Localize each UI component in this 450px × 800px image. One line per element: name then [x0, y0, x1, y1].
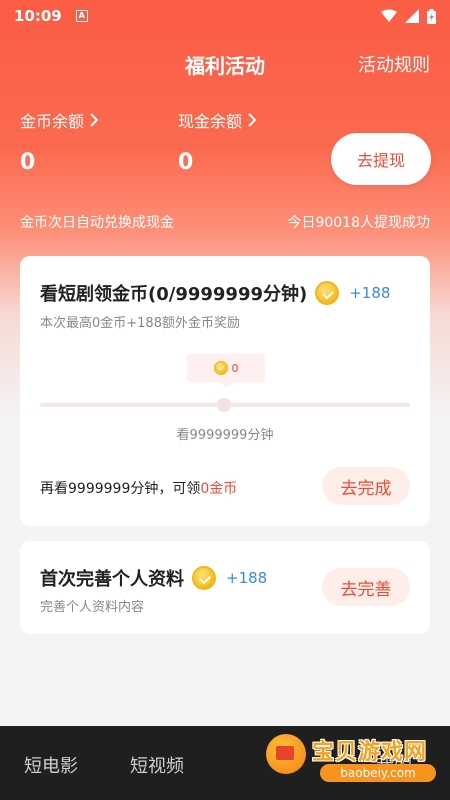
progress-tooltip: 0 — [187, 354, 265, 388]
watermark-logo-icon — [266, 734, 306, 774]
coin-icon — [315, 281, 340, 305]
progress-knob — [217, 398, 231, 412]
cash-balance-label: 现金余额 — [178, 112, 243, 131]
improve-profile-button[interactable]: 去完善 — [322, 568, 410, 606]
title-bar: 福利活动 活动规则 — [0, 46, 450, 82]
progress-label: 看9999999分钟 — [176, 428, 274, 443]
watch-task-card: 看短剧领金币(0/9999999分钟) +188 本次最高0金币+188额外金币… — [20, 256, 430, 526]
watch-task-title-row: 看短剧领金币(0/9999999分钟) +188 — [40, 280, 390, 306]
watermark-text: 宝贝游戏网 — [312, 740, 428, 765]
battery-icon — [427, 8, 436, 24]
cash-balance[interactable]: 现金余额 0 — [178, 108, 257, 175]
status-time: 10:09 — [14, 7, 62, 25]
profile-task-title: 首次完善个人资料 — [40, 569, 184, 590]
watch-task-reward: +188 — [349, 284, 391, 302]
cash-balance-label-row[interactable]: 现金余额 — [178, 108, 257, 132]
auto-exchange-note: 金币次日自动兑换成现金 — [20, 215, 174, 231]
profile-task-reward: +188 — [226, 569, 268, 587]
watch-task-subtitle: 本次最高0金币+188额外金币奖励 — [40, 316, 240, 331]
profile-task-subtitle: 完善个人资料内容 — [40, 600, 145, 615]
profile-task-title-row: 首次完善个人资料 +188 — [40, 565, 267, 591]
watch-task-title: 看短剧领金币(0/9999999分钟) — [40, 284, 308, 305]
cash-balance-value: 0 — [178, 150, 194, 175]
balance-info-row: 金币次日自动兑换成现金 今日90018人提现成功 — [20, 212, 430, 232]
withdraw-button[interactable]: 去提现 — [331, 133, 431, 185]
today-withdraw-note: 今日90018人提现成功 — [287, 215, 430, 231]
watermark-url: baobeiy.com — [320, 764, 436, 782]
activity-rules-link[interactable]: 活动规则 — [358, 51, 430, 77]
nav-item-short-video[interactable]: 短视频 — [130, 752, 184, 778]
status-bar: 10:09 A — [0, 0, 450, 32]
wifi-icon — [381, 9, 397, 22]
status-icons — [381, 8, 436, 24]
chevron-right-icon — [90, 113, 99, 127]
coin-balance-label-row[interactable]: 金币余额 — [20, 108, 99, 132]
signal-icon — [405, 9, 419, 23]
remain-prefix: 再看9999999分钟，可领 — [40, 481, 201, 497]
profile-task-card: 首次完善个人资料 +188 完善个人资料内容 去完善 — [20, 541, 430, 634]
complete-button[interactable]: 去完成 — [322, 467, 410, 505]
remain-text: 再看9999999分钟，可领0金币 — [40, 478, 237, 498]
chevron-right-icon — [248, 113, 257, 127]
coin-icon — [192, 566, 216, 590]
progress-tooltip-value: 0 — [231, 361, 239, 375]
nav-item-short-movie[interactable]: 短电影 — [24, 752, 78, 778]
coin-balance-value: 0 — [20, 150, 36, 175]
coin-icon — [213, 361, 228, 375]
notification-icon: A — [75, 10, 88, 22]
coin-balance-label: 金币余额 — [20, 112, 85, 131]
remain-highlight: 0金币 — [200, 481, 238, 497]
watermark: 宝贝游戏网 baobeiy.com — [250, 714, 450, 800]
coin-balance[interactable]: 金币余额 0 — [20, 108, 99, 175]
